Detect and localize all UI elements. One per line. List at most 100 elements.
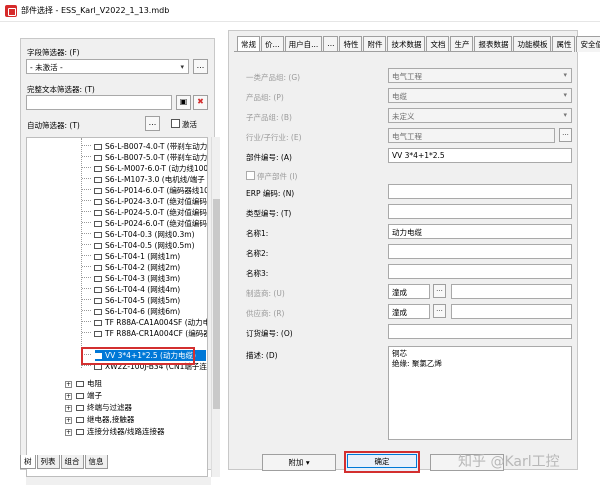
erp-field[interactable] xyxy=(388,184,572,199)
tab-info[interactable]: 信息 xyxy=(84,455,108,469)
tab-documents[interactable]: 文档 xyxy=(426,36,450,52)
order-number-field[interactable] xyxy=(388,324,572,339)
tree-item[interactable]: S6-L-T04-1 (网线1m) xyxy=(82,251,180,262)
auto-filter-more-button[interactable]: ... xyxy=(145,116,160,131)
tree-horizontal-scrollbar[interactable] xyxy=(26,477,211,485)
tab-attributes[interactable]: 属性 xyxy=(552,36,576,52)
tree-item[interactable]: S6-L-B007-5.0-T (带刹车动力 xyxy=(82,152,207,163)
tree-item[interactable]: S6-L-T04-2 (网线2m) xyxy=(82,262,180,273)
tree-item[interactable]: S6-L-P024-3.0-T (绝对值编码 xyxy=(82,196,207,207)
description-textarea[interactable]: 铜芯 绝缘: 聚氯乙烯 xyxy=(388,346,572,440)
product-group-select[interactable]: 电气工程 ▾ xyxy=(388,68,572,83)
tab-tree[interactable]: 树 xyxy=(20,455,36,469)
industry-field: 电气工程 xyxy=(388,128,555,143)
chevron-down-icon: ▾ xyxy=(563,71,567,79)
tab-safety-values[interactable]: 安全值 xyxy=(576,36,600,52)
terminal-icon xyxy=(76,393,84,399)
tree-group[interactable]: + 继电器,接触器 xyxy=(65,414,134,425)
tree-item[interactable]: S6-L-T04-0.5 (网线0.5m) xyxy=(82,240,195,251)
field-filter-more-button[interactable]: ... xyxy=(193,59,208,74)
manufacturer-label: 制造商: (U) xyxy=(246,289,285,298)
activate-checkbox[interactable]: 激活 xyxy=(171,119,197,130)
cable-icon xyxy=(94,298,102,304)
tab-production[interactable]: 生产 xyxy=(450,36,474,52)
red-highlight-box xyxy=(81,347,195,365)
tree-item[interactable]: S6-L-P024-5.0-T (绝对值编码 xyxy=(82,207,207,218)
tree-item[interactable]: S6-L-M107-3.0 (电机线/端子 xyxy=(82,174,205,185)
part-number-field[interactable]: VV 3*4+1*2.5 xyxy=(388,148,572,163)
checkbox-box[interactable] xyxy=(171,119,180,128)
expand-icon[interactable]: + xyxy=(65,429,72,436)
supplier-label: 供应商: (R) xyxy=(246,309,285,318)
tab-function-template[interactable]: 功能模板 xyxy=(513,36,552,52)
name3-field[interactable] xyxy=(388,264,572,279)
name1-field[interactable]: 动力电缆 xyxy=(388,224,572,239)
expand-icon[interactable]: + xyxy=(65,405,72,412)
tree-vertical-scrollbar[interactable] xyxy=(211,137,220,477)
discontinued-checkbox[interactable]: 停产部件 (I) xyxy=(246,171,297,182)
add-dropdown-button[interactable]: 附加 ▾ xyxy=(262,454,336,471)
tree-item[interactable]: TF R88A-CA1A004SF (动力电 xyxy=(82,317,207,328)
ok-button[interactable]: 确定 xyxy=(344,451,420,473)
app-icon xyxy=(5,4,17,17)
product-select[interactable]: 电缆 ▾ xyxy=(388,88,572,103)
parts-tree[interactable]: S6-L-B007-4.0-T (带刹车动力 S6-L-B007-5.0-T (… xyxy=(26,137,208,477)
expand-icon[interactable]: + xyxy=(65,393,72,400)
cable-icon xyxy=(94,243,102,249)
tab-features[interactable]: 特性 xyxy=(339,36,363,52)
tree-item[interactable]: TF R88A-CR1A004CF (编码器 xyxy=(82,328,207,339)
fulltext-filter-input[interactable] xyxy=(26,95,172,110)
general-tab-panel: 一类产品组: (G) 电气工程 ▾ 产品组: (P) 电缆 ▾ 子产品组: (B) … xyxy=(234,51,572,451)
industry-more-button[interactable]: ... xyxy=(559,128,572,142)
auto-filter-label: 自动筛选器: (T) xyxy=(27,121,80,130)
tab-more[interactable]: ... xyxy=(323,36,339,52)
tree-item[interactable]: S6-L-T04-6 (网线6m) xyxy=(82,306,180,317)
checkbox-box[interactable] xyxy=(246,171,255,180)
clear-filter-button[interactable]: ✖ xyxy=(193,95,208,110)
name2-field[interactable] xyxy=(388,244,572,259)
cable-icon xyxy=(94,155,102,161)
supplier-more-button[interactable]: ... xyxy=(433,304,446,318)
tree-item[interactable]: S6-L-T04-5 (网线5m) xyxy=(82,295,180,306)
subproduct-select[interactable]: 未定义 ▾ xyxy=(388,108,572,123)
description-label: 描述: (D) xyxy=(246,351,278,360)
cable-icon xyxy=(94,265,102,271)
tree-group[interactable]: + 电阻 xyxy=(65,378,102,389)
tree-item[interactable]: S6-L-B007-4.0-T (带刹车动力 xyxy=(82,141,207,152)
tab-report-data[interactable]: 报表数据 xyxy=(474,36,513,52)
tree-item[interactable]: S6-L-T04-4 (网线4m) xyxy=(82,284,180,295)
type-number-field[interactable] xyxy=(388,204,572,219)
chevron-down-icon: ▾ xyxy=(305,458,310,467)
tab-price[interactable]: 价... xyxy=(261,36,284,52)
expand-icon[interactable]: + xyxy=(65,381,72,388)
manufacturer-field[interactable]: 潼成 xyxy=(388,284,430,299)
tree-group[interactable]: + 连接分线器/线路连接器 xyxy=(65,426,165,437)
tab-attachments[interactable]: 附件 xyxy=(363,36,387,52)
tree-item[interactable]: S6-L-P024-6.0-T (绝对值编码 xyxy=(82,218,207,229)
tab-combination[interactable]: 组合 xyxy=(60,455,84,469)
tree-item[interactable]: S6-L-P014-6.0-T (编码器线10 xyxy=(82,185,207,196)
part-number-label: 部件编号: (A) xyxy=(246,153,292,162)
scroll-thumb[interactable] xyxy=(213,199,220,409)
tab-list[interactable]: 列表 xyxy=(36,455,60,469)
tree-item[interactable]: S6-L-T04-0.3 (网线0.3m) xyxy=(82,229,195,240)
manufacturer-more-button[interactable]: ... xyxy=(433,284,446,298)
cable-icon xyxy=(94,166,102,172)
tree-item[interactable]: S6-L-T04-3 (网线3m) xyxy=(82,273,180,284)
supplier-field[interactable]: 潼成 xyxy=(388,304,430,319)
tree-group[interactable]: + 端子 xyxy=(65,390,102,401)
industry-label: 行业/子行业: (E) xyxy=(246,133,302,142)
tab-general[interactable]: 常规 xyxy=(237,36,260,52)
tab-user-defined[interactable]: 用户自... xyxy=(284,36,323,52)
name2-label: 名称2: xyxy=(246,249,269,258)
filter-icon xyxy=(76,405,84,411)
tree-group[interactable]: + 终端与过滤器 xyxy=(65,402,132,413)
title-bar: 部件选择 - ESS_Karl_V2022_1_13.mdb xyxy=(0,0,600,22)
field-filter-label: 字段筛选器: (F) xyxy=(27,48,80,57)
tab-technical-data[interactable]: 技术数据 xyxy=(387,36,426,52)
tree-item[interactable]: S6-L-M007-6.0-T (动力线100 xyxy=(82,163,207,174)
cable-icon xyxy=(94,144,102,150)
expand-icon[interactable]: + xyxy=(65,417,72,424)
binoculars-search-button[interactable]: ▣ xyxy=(176,95,191,110)
field-filter-select[interactable]: - 未激活 - ▾ xyxy=(26,59,189,74)
